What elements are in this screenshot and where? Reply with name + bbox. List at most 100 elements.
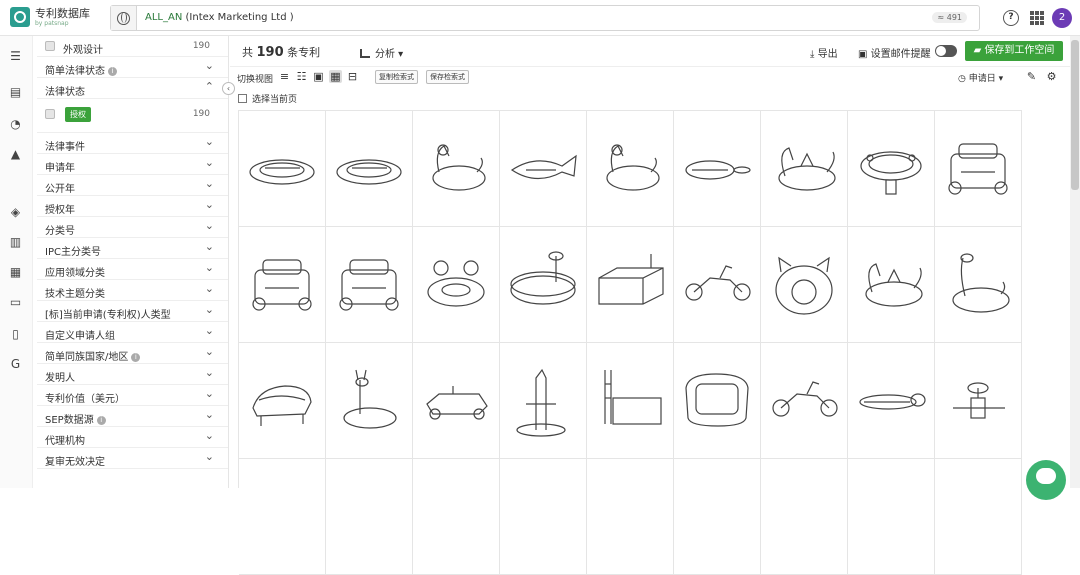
patent-thumbnail[interactable] bbox=[500, 111, 587, 227]
avatar[interactable]: 2 bbox=[1052, 8, 1072, 28]
scrollbar-thumb[interactable] bbox=[1071, 40, 1079, 190]
chevron-icon[interactable]: ⌄ bbox=[205, 324, 214, 337]
history-icon[interactable]: ◔ bbox=[9, 118, 22, 131]
filter-row[interactable]: 复审无效决定 ⌄ bbox=[37, 448, 228, 469]
chevron-icon[interactable]: ⌄ bbox=[205, 219, 214, 232]
highlight-icon[interactable]: ✎ bbox=[1025, 70, 1038, 83]
patent-thumbnail[interactable] bbox=[848, 459, 935, 575]
patent-thumbnail[interactable] bbox=[674, 343, 761, 459]
app-logo[interactable]: 专利数据库 by patsnap bbox=[10, 7, 90, 27]
list-view-icon[interactable]: ≡ bbox=[278, 70, 291, 83]
chevron-icon[interactable]: ⌄ bbox=[205, 366, 214, 379]
patent-thumbnail[interactable] bbox=[761, 459, 848, 575]
chevron-icon[interactable]: ⌄ bbox=[205, 345, 214, 358]
document-icon[interactable]: ▯ bbox=[9, 328, 22, 341]
patent-thumbnail[interactable] bbox=[587, 111, 674, 227]
filter-row[interactable]: 技术主题分类 ⌄ bbox=[37, 280, 228, 301]
patent-thumbnail[interactable] bbox=[413, 111, 500, 227]
patent-thumbnail[interactable] bbox=[761, 227, 848, 343]
layers-icon[interactable]: ◈ bbox=[9, 206, 22, 219]
help-icon[interactable]: ? bbox=[1003, 10, 1019, 26]
patent-thumbnail[interactable] bbox=[587, 459, 674, 575]
filter-row[interactable]: 外观设计 190 bbox=[37, 36, 228, 57]
patent-thumbnail[interactable] bbox=[761, 111, 848, 227]
patent-thumbnail[interactable] bbox=[500, 343, 587, 459]
chat-button[interactable] bbox=[1026, 460, 1066, 500]
filter-row[interactable]: 法律事件 ⌄ bbox=[37, 133, 228, 154]
patent-thumbnail[interactable] bbox=[848, 343, 935, 459]
chevron-icon[interactable]: ⌄ bbox=[205, 408, 214, 421]
report-icon[interactable]: ▤ bbox=[9, 86, 22, 99]
filter-row[interactable]: [标]当前申请(专利权)人类型 ⌄ bbox=[37, 301, 228, 322]
patent-thumbnail[interactable] bbox=[587, 343, 674, 459]
chevron-icon[interactable]: ⌄ bbox=[205, 282, 214, 295]
info-icon[interactable]: i bbox=[131, 353, 141, 362]
folder-icon[interactable]: ▭ bbox=[9, 296, 22, 309]
patent-thumbnail[interactable] bbox=[935, 343, 1022, 459]
filter-row[interactable]: 简单同族国家/地区 i ⌄ bbox=[37, 343, 228, 364]
chevron-icon[interactable]: ⌄ bbox=[205, 261, 214, 274]
patent-thumbnail[interactable] bbox=[413, 459, 500, 575]
patent-thumbnail[interactable] bbox=[239, 459, 326, 575]
patent-thumbnail[interactable] bbox=[413, 227, 500, 343]
select-page-checkbox[interactable]: 选择当前页 bbox=[238, 92, 297, 105]
patent-thumbnail[interactable] bbox=[500, 459, 587, 575]
filter-row[interactable]: SEP数据源 i ⌄ bbox=[37, 406, 228, 427]
grid-view-icon[interactable]: ▦ bbox=[329, 70, 342, 83]
collapse-menu-icon[interactable]: ☰ bbox=[9, 50, 22, 63]
patent-thumbnail[interactable] bbox=[326, 111, 413, 227]
patent-thumbnail[interactable] bbox=[500, 227, 587, 343]
chevron-icon[interactable]: ⌄ bbox=[205, 135, 214, 148]
copy-query-button[interactable]: 复制检索式 bbox=[375, 70, 418, 84]
image-view-icon[interactable]: ▣ bbox=[312, 70, 325, 83]
detail-view-icon[interactable]: ☷ bbox=[295, 70, 308, 83]
patent-thumbnail[interactable] bbox=[935, 459, 1022, 575]
save-query-button[interactable]: 保存检索式 bbox=[426, 70, 469, 84]
patent-thumbnail[interactable] bbox=[413, 343, 500, 459]
filter-row[interactable]: 公开年 ⌄ bbox=[37, 175, 228, 196]
patent-thumbnail[interactable] bbox=[239, 343, 326, 459]
patent-thumbnail[interactable] bbox=[674, 111, 761, 227]
chevron-icon[interactable]: ⌄ bbox=[205, 387, 214, 400]
patent-thumbnail[interactable] bbox=[674, 459, 761, 575]
chevron-icon[interactable]: ⌄ bbox=[205, 59, 214, 72]
patent-thumbnail[interactable] bbox=[239, 111, 326, 227]
settings-gear-icon[interactable]: ⚙ bbox=[1045, 70, 1058, 83]
patent-thumbnail[interactable] bbox=[761, 343, 848, 459]
database-selector[interactable] bbox=[111, 6, 137, 30]
filter-row[interactable]: 专利价值（美元） ⌄ bbox=[37, 385, 228, 406]
filter-row[interactable]: 申请年 ⌄ bbox=[37, 154, 228, 175]
patent-thumbnail[interactable] bbox=[848, 227, 935, 343]
chevron-icon[interactable]: ⌄ bbox=[205, 240, 214, 253]
info-icon[interactable]: i bbox=[96, 416, 106, 425]
checkbox[interactable] bbox=[45, 109, 55, 119]
checkbox[interactable] bbox=[45, 41, 55, 51]
email-alert-toggle[interactable] bbox=[935, 45, 957, 57]
filter-row[interactable]: 授权 190 bbox=[37, 99, 228, 133]
search-query[interactable]: ALL_AN (Intex Marketing Ltd ) bbox=[145, 12, 294, 23]
patent-thumbnail[interactable] bbox=[326, 459, 413, 575]
chevron-icon[interactable]: ⌄ bbox=[205, 303, 214, 316]
chevron-icon[interactable]: ⌄ bbox=[205, 198, 214, 211]
patent-thumbnail[interactable] bbox=[326, 343, 413, 459]
patent-thumbnail[interactable] bbox=[848, 111, 935, 227]
patent-thumbnail[interactable] bbox=[935, 111, 1022, 227]
filter-row[interactable]: 应用领域分类 ⌄ bbox=[37, 259, 228, 280]
patent-thumbnail[interactable] bbox=[587, 227, 674, 343]
chevron-icon[interactable]: ⌄ bbox=[205, 429, 214, 442]
filter-row[interactable]: 授权年 ⌄ bbox=[37, 196, 228, 217]
filter-row[interactable]: 法律状态 ⌃ bbox=[37, 78, 228, 99]
search-box[interactable]: ALL_AN (Intex Marketing Ltd ) ≈ 491 bbox=[110, 5, 980, 31]
filter-row[interactable]: 代理机构 ⌄ bbox=[37, 427, 228, 448]
sort-select[interactable]: ◷ 申请日 ▾ bbox=[958, 71, 1003, 84]
patent-thumbnail[interactable] bbox=[935, 227, 1022, 343]
chevron-icon[interactable]: ⌄ bbox=[205, 156, 214, 169]
chevron-icon[interactable]: ⌃ bbox=[205, 80, 214, 93]
patent-thumbnail[interactable] bbox=[674, 227, 761, 343]
export-button[interactable]: ⤓ 导出 bbox=[810, 45, 838, 60]
email-alert-button[interactable]: ▣ 设置邮件提醒 bbox=[858, 45, 931, 60]
patent-thumbnail[interactable] bbox=[326, 227, 413, 343]
patent-thumbnail[interactable] bbox=[239, 227, 326, 343]
g-icon[interactable]: G bbox=[9, 358, 22, 371]
analyze-button[interactable]: 分析 ▾ bbox=[360, 45, 403, 60]
